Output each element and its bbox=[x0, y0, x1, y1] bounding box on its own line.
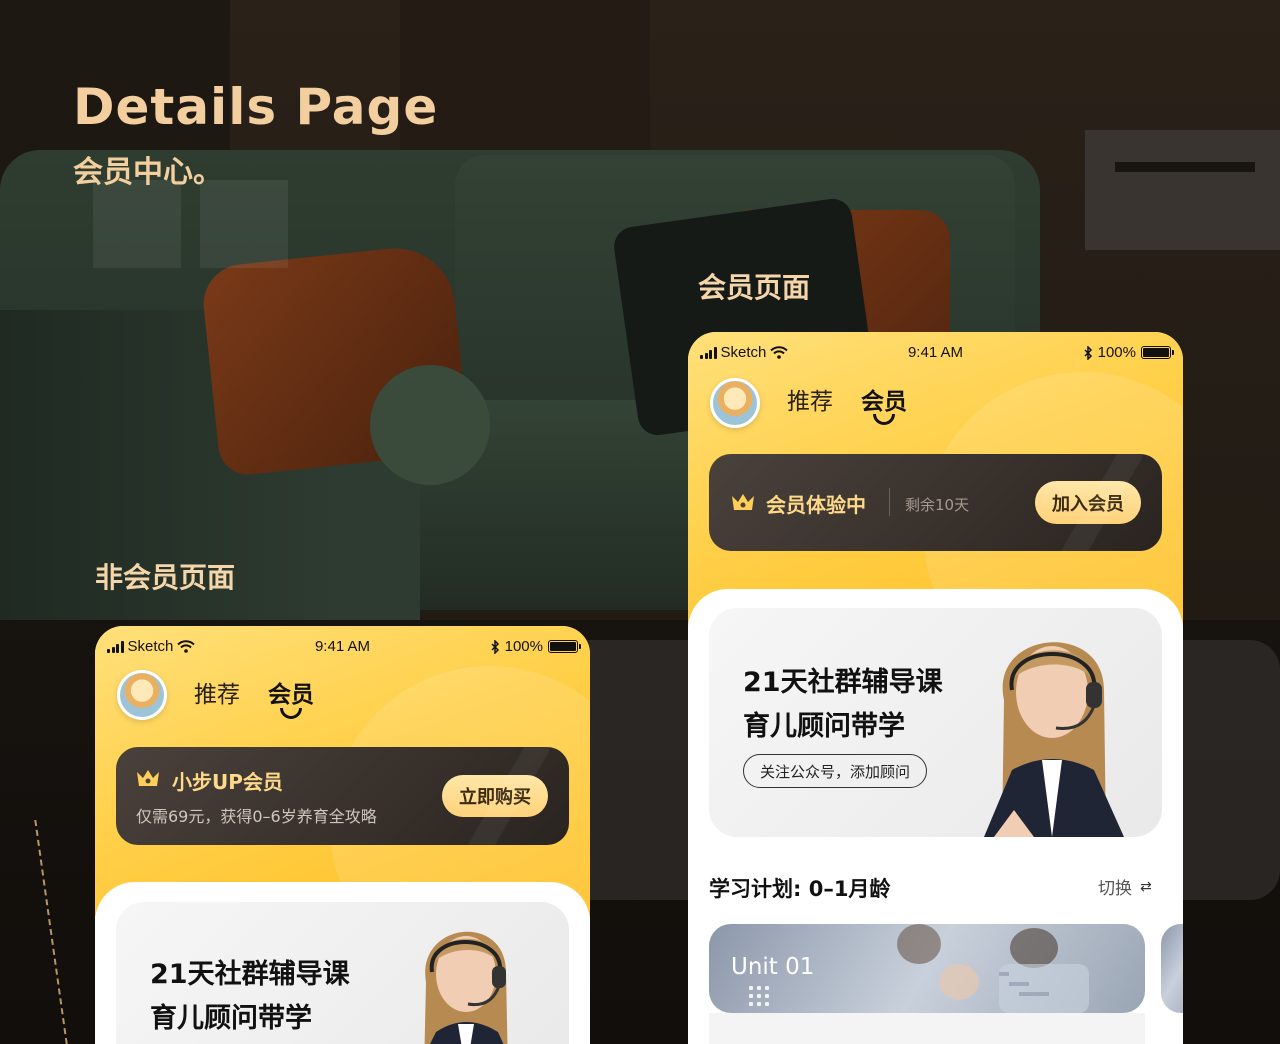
member-label: 会员页面 bbox=[698, 271, 811, 304]
follow-advisor-button[interactable]: 关注公众号，添加顾问 bbox=[743, 754, 927, 788]
status-bar: Sketch 9:41 AM 100% bbox=[95, 636, 590, 660]
content-area: 21天社群辅导课 育儿顾问带学 关注公众号，添加顾问 学习计划: 0–1月龄 切… bbox=[688, 589, 1183, 1044]
tab-recommend[interactable]: 推荐 bbox=[194, 675, 240, 709]
unit-card-body bbox=[709, 1013, 1145, 1044]
battery-icon bbox=[548, 640, 581, 653]
remaining-days: 剩余10天 bbox=[905, 496, 970, 514]
family-photo bbox=[897, 924, 1089, 1013]
crown-icon bbox=[137, 770, 159, 786]
switch-plan-button[interactable]: 切换 ⇄ bbox=[1098, 874, 1152, 900]
status-bar: Sketch 9:41 AM 100% bbox=[688, 342, 1183, 366]
tab-recommend[interactable]: 推荐 bbox=[787, 382, 833, 416]
non-member-label: 非会员页面 bbox=[95, 561, 236, 594]
bluetooth-icon bbox=[491, 639, 499, 654]
page-subtitle: 会员中心。 bbox=[73, 155, 223, 190]
divider bbox=[889, 488, 890, 516]
battery-percent: 100% bbox=[1097, 344, 1136, 361]
non-member-phone: Sketch 9:41 AM 100% 推荐 会员 小步UP会员 仅需69元，获… bbox=[95, 626, 590, 1044]
avatar[interactable] bbox=[117, 670, 167, 720]
unit-card[interactable]: Unit 01 bbox=[709, 924, 1145, 1013]
course-title-line1: 21天社群辅导课 bbox=[150, 959, 350, 990]
course-title-line2: 育儿顾问带学 bbox=[150, 1003, 312, 1034]
unit-label: Unit 01 bbox=[731, 954, 815, 980]
crown-icon bbox=[732, 494, 754, 510]
unit-card-next[interactable] bbox=[1161, 924, 1183, 1013]
membership-desc: 仅需69元，获得0–6岁养育全攻略 bbox=[136, 807, 377, 826]
study-plan-title: 学习计划: 0–1月龄 bbox=[709, 877, 891, 901]
bluetooth-icon bbox=[1084, 345, 1092, 360]
membership-status: 会员体验中 bbox=[766, 493, 866, 517]
switch-label: 切换 bbox=[1098, 879, 1132, 899]
member-phone: Sketch 9:41 AM 100% 推荐 会员 会员体验中 剩余10天 加入… bbox=[688, 332, 1183, 1044]
battery-icon bbox=[1141, 346, 1174, 359]
page-title: Details Page bbox=[73, 78, 439, 136]
course-card[interactable]: 21天社群辅导课 育儿顾问带学 bbox=[116, 902, 569, 1044]
battery-percent: 100% bbox=[504, 638, 543, 655]
avatar[interactable] bbox=[710, 378, 760, 428]
course-title-line2: 育儿顾问带学 bbox=[743, 711, 905, 742]
membership-title: 小步UP会员 bbox=[172, 770, 283, 794]
advisor-photo bbox=[424, 931, 508, 1044]
drag-handle-icon bbox=[749, 986, 769, 1006]
content-area: 21天社群辅导课 育儿顾问带学 bbox=[95, 882, 590, 1044]
tab-member[interactable]: 会员 bbox=[268, 675, 314, 709]
membership-card: 小步UP会员 仅需69元，获得0–6岁养育全攻略 立即购买 bbox=[116, 747, 569, 845]
membership-card: 会员体验中 剩余10天 加入会员 bbox=[709, 454, 1162, 551]
course-title-line1: 21天社群辅导课 bbox=[743, 667, 943, 698]
tab-member[interactable]: 会员 bbox=[861, 382, 907, 416]
advisor-photo bbox=[984, 642, 1124, 837]
join-member-button[interactable]: 加入会员 bbox=[1035, 481, 1141, 524]
swap-icon: ⇄ bbox=[1140, 878, 1152, 895]
course-card[interactable]: 21天社群辅导课 育儿顾问带学 关注公众号，添加顾问 bbox=[709, 608, 1162, 837]
buy-now-button[interactable]: 立即购买 bbox=[442, 775, 548, 817]
